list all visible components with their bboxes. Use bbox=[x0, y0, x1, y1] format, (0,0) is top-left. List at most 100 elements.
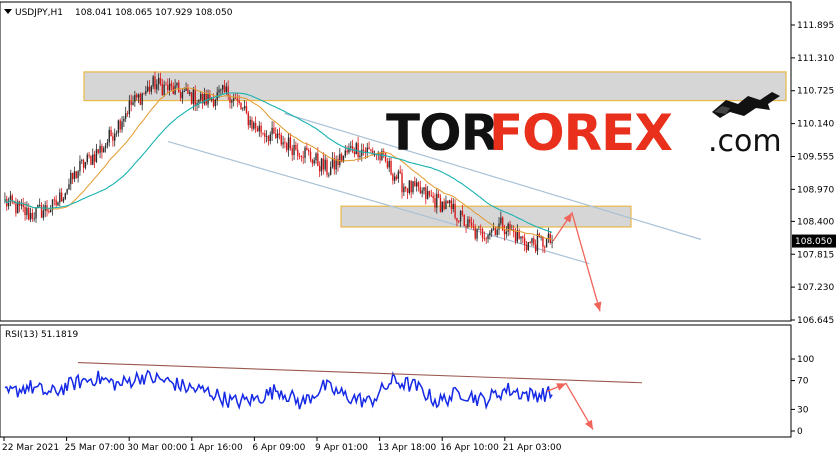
candle-body bbox=[395, 176, 398, 179]
candle-body bbox=[324, 159, 326, 170]
candle-body bbox=[121, 121, 123, 130]
candle-body bbox=[240, 103, 242, 109]
candle-body bbox=[505, 231, 508, 235]
candle-body bbox=[408, 180, 411, 193]
candle-body bbox=[361, 149, 363, 156]
candle-body bbox=[311, 159, 314, 164]
symbol-label[interactable]: USDJPY,H1 bbox=[15, 8, 63, 18]
candle-body bbox=[282, 142, 284, 145]
candle-body bbox=[126, 113, 129, 115]
candle-body bbox=[509, 223, 511, 231]
candle-body bbox=[322, 158, 325, 170]
candle-body bbox=[64, 193, 67, 199]
candle-body bbox=[419, 186, 422, 194]
candle-body bbox=[53, 199, 56, 201]
candle-body bbox=[243, 106, 246, 109]
candle-body bbox=[461, 210, 464, 215]
candle-body bbox=[223, 85, 226, 92]
candle-body bbox=[145, 91, 147, 94]
candle-body bbox=[88, 154, 90, 156]
candle-body bbox=[108, 129, 110, 143]
candle-body bbox=[520, 236, 522, 239]
candle-body bbox=[273, 127, 275, 134]
candle-body bbox=[225, 86, 228, 92]
candle-body bbox=[507, 223, 509, 232]
candle-body bbox=[71, 172, 74, 180]
candle-body bbox=[156, 84, 158, 90]
candle-body bbox=[77, 171, 79, 178]
candle-body bbox=[214, 99, 217, 107]
candle-body bbox=[33, 218, 35, 220]
candle-body bbox=[551, 241, 553, 243]
candle-body bbox=[399, 171, 401, 174]
candle-body bbox=[187, 88, 189, 94]
candle-body bbox=[295, 144, 297, 150]
candle-body bbox=[544, 246, 546, 248]
candle-body bbox=[55, 199, 57, 206]
candle-body bbox=[218, 89, 220, 93]
candle-body bbox=[350, 146, 352, 148]
candle-body bbox=[66, 189, 68, 194]
candle-body bbox=[212, 99, 215, 107]
rsi-tick-label: 0 bbox=[797, 427, 803, 437]
candle-body bbox=[293, 144, 295, 155]
candle-body bbox=[176, 82, 178, 86]
candle-body bbox=[79, 160, 81, 172]
candle-body bbox=[480, 228, 482, 230]
candle-body bbox=[134, 94, 136, 103]
candle-body bbox=[234, 98, 237, 100]
candle-body bbox=[97, 149, 99, 153]
candle-body bbox=[15, 203, 17, 214]
candle-body bbox=[103, 148, 105, 153]
candle-body bbox=[450, 200, 453, 210]
candle-body bbox=[355, 143, 357, 155]
resistance-zone[interactable] bbox=[83, 71, 787, 102]
candle-body bbox=[432, 195, 434, 199]
candle-body bbox=[540, 236, 542, 238]
candle-body bbox=[165, 84, 167, 86]
rsi-pane: RSI(13) 51.1819 bbox=[0, 324, 792, 438]
time-tick-label: 6 Apr 09:00 bbox=[252, 443, 305, 453]
rsi-tick-label: 30 bbox=[797, 405, 809, 415]
support-zone[interactable] bbox=[340, 205, 632, 228]
candle-body bbox=[167, 85, 169, 91]
candle-body bbox=[115, 132, 118, 134]
candle-body bbox=[452, 203, 454, 210]
candle-body bbox=[287, 137, 290, 151]
candle-body bbox=[328, 174, 330, 176]
candle-body bbox=[284, 142, 286, 144]
candle-body bbox=[404, 186, 407, 189]
candle-body bbox=[474, 227, 476, 239]
candle-body bbox=[238, 100, 240, 104]
candle-body bbox=[447, 200, 449, 204]
candle-body bbox=[81, 160, 83, 162]
candle-body bbox=[137, 94, 140, 98]
candle-body bbox=[194, 89, 196, 106]
candle-body bbox=[359, 155, 361, 158]
candle-body bbox=[437, 193, 440, 198]
candle-body bbox=[300, 156, 303, 158]
candle-body bbox=[110, 129, 112, 137]
candle-body bbox=[57, 202, 59, 206]
candle-body bbox=[31, 212, 34, 219]
candle-body bbox=[254, 122, 257, 129]
candle-body bbox=[542, 236, 544, 247]
price-tick-label: 111.895 bbox=[797, 21, 834, 31]
candle-body bbox=[198, 99, 200, 103]
candle-body bbox=[498, 223, 500, 230]
price-tick-label: 108.400 bbox=[797, 217, 834, 227]
candle-body bbox=[390, 160, 392, 175]
candle-body bbox=[392, 174, 394, 181]
candle-body bbox=[249, 119, 251, 126]
candle-body bbox=[317, 153, 319, 166]
candle-body bbox=[481, 229, 484, 239]
candle-body bbox=[280, 134, 282, 145]
candle-body bbox=[236, 98, 239, 101]
candle-body bbox=[423, 187, 425, 191]
price-tick-label: 107.230 bbox=[797, 283, 834, 293]
candle-body bbox=[483, 238, 486, 239]
candle-body bbox=[48, 211, 50, 213]
candle-body bbox=[75, 171, 77, 178]
candle-body bbox=[478, 228, 480, 230]
candle-body bbox=[417, 182, 420, 187]
